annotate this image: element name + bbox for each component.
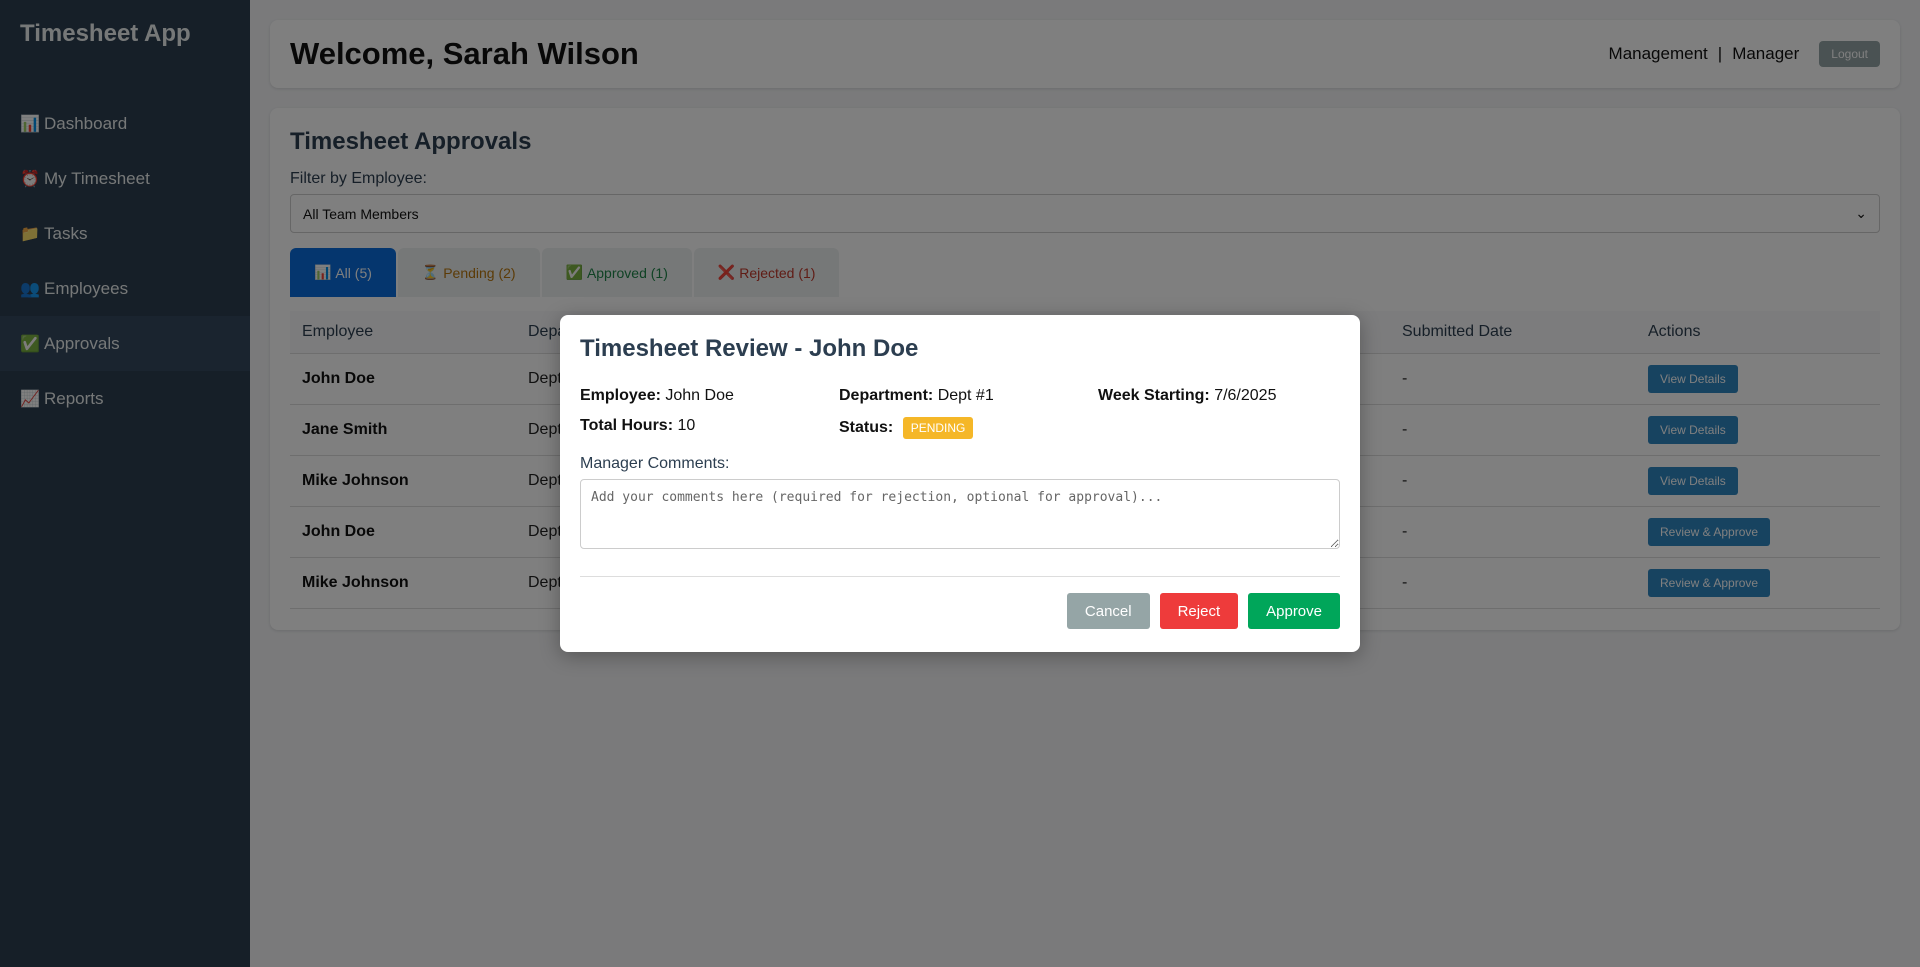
timesheet-review-modal: Timesheet Review - John Doe Employee: Jo… [560, 315, 1360, 652]
info-employee: Employee: John Doe [580, 387, 839, 405]
info-status: Status: PENDING [839, 417, 1098, 439]
timesheet-info: Employee: John Doe Department: Dept #1 W… [580, 387, 1340, 439]
modal-divider [580, 576, 1340, 577]
info-value: 7/6/2025 [1214, 387, 1277, 404]
info-department: Department: Dept #1 [839, 387, 1098, 405]
manager-comments-field[interactable] [580, 479, 1340, 549]
info-total-hours: Total Hours: 10 [580, 417, 839, 439]
info-label: Week Starting: [1098, 387, 1210, 404]
modal-actions: Cancel Reject Approve [580, 593, 1340, 629]
info-value: John Doe [665, 387, 734, 404]
info-week-starting: Week Starting: 7/6/2025 [1098, 387, 1338, 405]
info-label: Department: [839, 387, 934, 404]
info-label: Total Hours: [580, 417, 674, 434]
modal-title: Timesheet Review - John Doe [580, 335, 919, 362]
cancel-button[interactable]: Cancel [1066, 593, 1150, 629]
info-label: Employee: [580, 387, 661, 404]
info-value: Dept #1 [937, 387, 994, 404]
info-value: 10 [677, 417, 696, 434]
approve-button[interactable]: Approve [1248, 593, 1340, 629]
reject-button[interactable]: Reject [1159, 593, 1239, 629]
comments-label: Manager Comments: [580, 455, 730, 472]
info-label: Status: [839, 419, 894, 437]
status-badge: PENDING [902, 417, 974, 439]
